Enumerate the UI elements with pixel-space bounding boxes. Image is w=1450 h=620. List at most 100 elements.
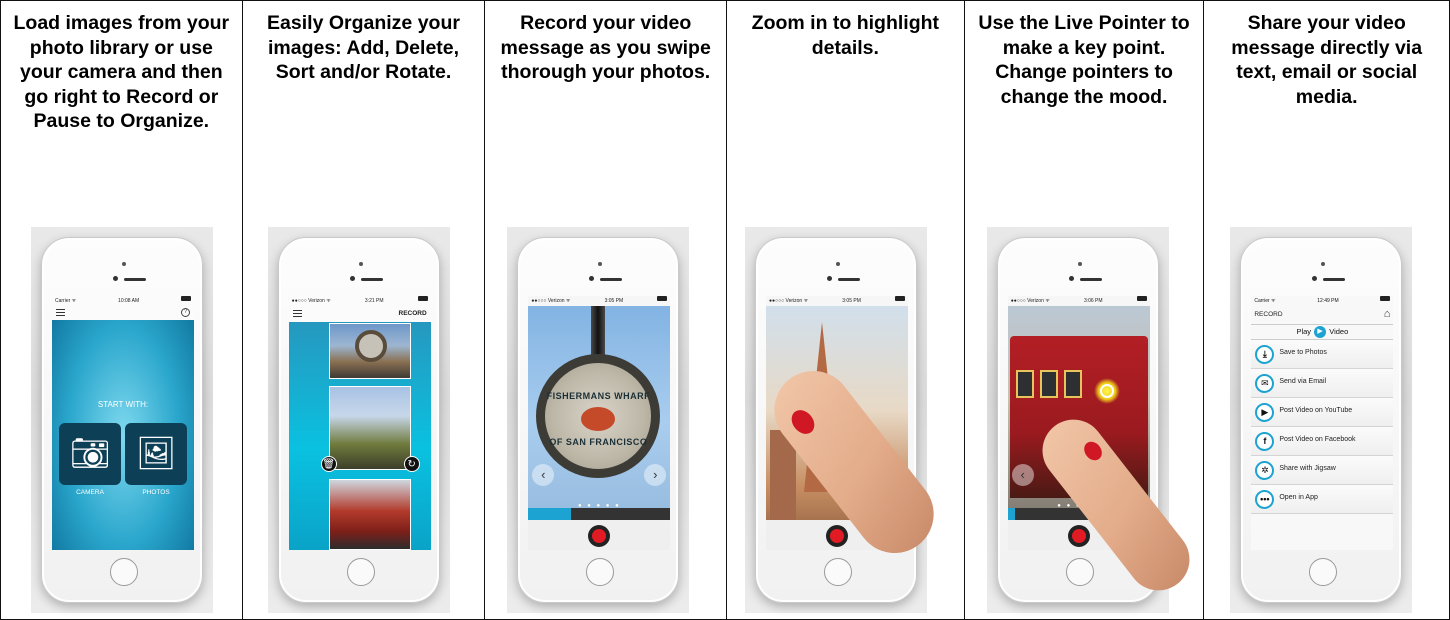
hamburger-menu-icon[interactable] bbox=[56, 309, 65, 316]
photo-thumbnail[interactable] bbox=[328, 386, 411, 470]
front-camera bbox=[349, 276, 355, 281]
front-sensor bbox=[1321, 262, 1326, 266]
progress-fill bbox=[1007, 508, 1015, 520]
carrier-label: ●●○○○ Verizon ᯤ bbox=[531, 298, 571, 304]
share-option-label: Open in App bbox=[1279, 494, 1318, 501]
live-pointer-icon[interactable] bbox=[1099, 384, 1114, 398]
front-camera bbox=[1312, 276, 1318, 281]
phone-backdrop: ●●○○○ Verizon ᯤ 3:05 PM bbox=[745, 227, 950, 613]
record-icon[interactable] bbox=[826, 525, 849, 547]
start-screen: Carrier ᯤ 10:08 AM ? START WITH: 📷︎ 🖼︎ C… bbox=[52, 296, 194, 550]
photo-thumbnail[interactable] bbox=[328, 479, 411, 550]
sign-text-bottom: OF SAN FRANCISCO bbox=[549, 437, 648, 447]
delete-icon[interactable]: 🗑︎ bbox=[320, 456, 337, 472]
share-options-list: ⤓ Save to Photos ✉ Send via Email ▶ Post Vide… bbox=[1251, 340, 1394, 514]
panel-record-video: Record your video message as you swipe t… bbox=[485, 1, 728, 619]
share-option[interactable]: f Post Video on Facebook bbox=[1251, 427, 1394, 456]
share-header: RECORD ⌂ bbox=[1251, 306, 1393, 324]
photos-icon: 🖼︎ bbox=[135, 435, 177, 471]
clock-label: 12:49 PM bbox=[1317, 298, 1339, 304]
facebook-icon: f bbox=[1255, 432, 1275, 451]
status-bar: ●●○○○ Verizon ᯤ 3:21 PM bbox=[288, 296, 431, 306]
record-button[interactable]: RECORD bbox=[1254, 311, 1282, 318]
panel-caption: Record your video message as you swipe t… bbox=[500, 12, 711, 83]
share-option[interactable]: ••• Open in App bbox=[1251, 485, 1394, 514]
earpiece-speaker bbox=[360, 278, 383, 281]
battery-icon bbox=[895, 296, 906, 301]
start-with-label: START WITH: bbox=[97, 400, 149, 409]
share-option[interactable]: ▶ Post Video on YouTube bbox=[1251, 398, 1394, 427]
car-window bbox=[1063, 370, 1082, 398]
carrier-label: Carrier ᯤ bbox=[1254, 298, 1276, 304]
status-bar: ●●○○○ Verizon ᯤ 3:05 PM bbox=[528, 296, 671, 306]
share-option[interactable]: ⤓ Save to Photos bbox=[1251, 340, 1394, 369]
progress-fill bbox=[528, 508, 571, 520]
phone-mockup: Carrier ᯤ 12:49 PM RECORD ⌂ Play ▶ Video… bbox=[1240, 237, 1403, 603]
panel-organize-images: Easily Organize your images: Add, Delete… bbox=[243, 1, 486, 619]
help-icon[interactable]: ? bbox=[181, 308, 190, 317]
front-sensor bbox=[358, 262, 363, 266]
earpiece-speaker bbox=[838, 278, 861, 281]
battery-icon bbox=[1136, 296, 1147, 301]
panel-caption: Load images from your photo library or u… bbox=[13, 12, 230, 132]
share-screen: Carrier ᯤ 12:49 PM RECORD ⌂ Play ▶ Video… bbox=[1251, 296, 1394, 550]
share-option[interactable]: ✲ Share with Jigsaw bbox=[1251, 456, 1394, 485]
earpiece-speaker bbox=[600, 278, 623, 281]
rotate-icon[interactable]: ↻ bbox=[403, 456, 420, 472]
phone-backdrop: ●●○○○ Verizon ᯤ 3:05 PM FISHERMANS WHARF… bbox=[507, 227, 690, 613]
email-icon: ✉ bbox=[1255, 374, 1275, 393]
record-screen: ●●○○○ Verizon ᯤ 3:05 PM FISHERMANS WHARF… bbox=[528, 296, 671, 550]
next-arrow-icon[interactable]: › bbox=[644, 464, 667, 486]
clock-label: 10:08 AM bbox=[118, 298, 140, 304]
share-option[interactable]: ✉ Send via Email bbox=[1251, 369, 1394, 398]
share-option-label: Share with Jigsaw bbox=[1279, 465, 1336, 472]
earpiece-speaker bbox=[1079, 278, 1102, 281]
panel-caption: Easily Organize your images: Add, Delete… bbox=[267, 12, 460, 83]
download-icon: ⤓ bbox=[1255, 345, 1275, 364]
carrier-label: Carrier ᯤ bbox=[55, 298, 77, 304]
earpiece-speaker bbox=[124, 278, 146, 281]
youtube-icon: ▶ bbox=[1255, 403, 1275, 422]
car-window bbox=[1015, 370, 1034, 398]
record-icon[interactable] bbox=[1067, 525, 1090, 547]
home-button bbox=[1309, 558, 1338, 586]
earpiece-speaker bbox=[1323, 278, 1346, 281]
camera-button[interactable]: 📷︎ bbox=[59, 423, 121, 485]
sign-text: FISHERMANS WHARF bbox=[546, 391, 651, 401]
video-label: Video bbox=[1329, 327, 1349, 336]
share-option-label: Save to Photos bbox=[1279, 349, 1327, 356]
play-icon: ▶ bbox=[1314, 326, 1327, 339]
record-bar bbox=[528, 520, 671, 550]
battery-icon bbox=[1380, 296, 1391, 301]
front-sensor bbox=[122, 262, 126, 266]
front-sensor bbox=[1077, 262, 1082, 266]
previous-arrow-icon[interactable]: ‹ bbox=[532, 464, 555, 486]
clock-label: 3:05 PM bbox=[604, 298, 624, 304]
previous-arrow-icon[interactable]: ‹ bbox=[1011, 464, 1034, 486]
play-video-button[interactable]: Play ▶ Video bbox=[1251, 324, 1394, 340]
wharf-sign: FISHERMANS WHARF OF SAN FRANCISCO bbox=[536, 354, 661, 478]
phone-backdrop: Carrier ᯤ 12:49 PM RECORD ⌂ Play ▶ Video… bbox=[1230, 227, 1413, 613]
record-button[interactable]: RECORD bbox=[399, 310, 427, 317]
car-window bbox=[1039, 370, 1058, 398]
status-bar: Carrier ᯤ 12:49 PM bbox=[1251, 296, 1393, 306]
phone-mockup: ●●○○○ Verizon ᯤ 3:21 PM RECORD 🗑︎ ↻ bbox=[277, 237, 440, 603]
front-camera bbox=[827, 276, 833, 281]
home-button bbox=[346, 558, 375, 586]
panel-caption: Use the Live Pointer to make a key point… bbox=[978, 12, 1190, 108]
photos-button[interactable]: 🖼︎ bbox=[125, 423, 187, 485]
front-camera bbox=[589, 276, 595, 281]
jigsaw-icon: ✲ bbox=[1255, 461, 1275, 480]
panel-load-images: Load images from your photo library or u… bbox=[1, 1, 243, 619]
photos-label: PHOTOS bbox=[142, 489, 170, 496]
home-icon[interactable]: ⌂ bbox=[1384, 308, 1391, 320]
photo-thumbnail[interactable] bbox=[328, 323, 411, 379]
home-button bbox=[110, 558, 138, 586]
carrier-label: ●●○○○ Verizon ᯤ bbox=[769, 298, 809, 304]
hamburger-menu-icon[interactable] bbox=[292, 310, 302, 317]
record-icon[interactable] bbox=[588, 525, 611, 547]
feature-strip: Load images from your photo library or u… bbox=[0, 0, 1450, 620]
crab-emblem bbox=[581, 407, 616, 431]
wharf-sign-photo bbox=[354, 330, 387, 362]
battery-icon bbox=[181, 296, 191, 301]
